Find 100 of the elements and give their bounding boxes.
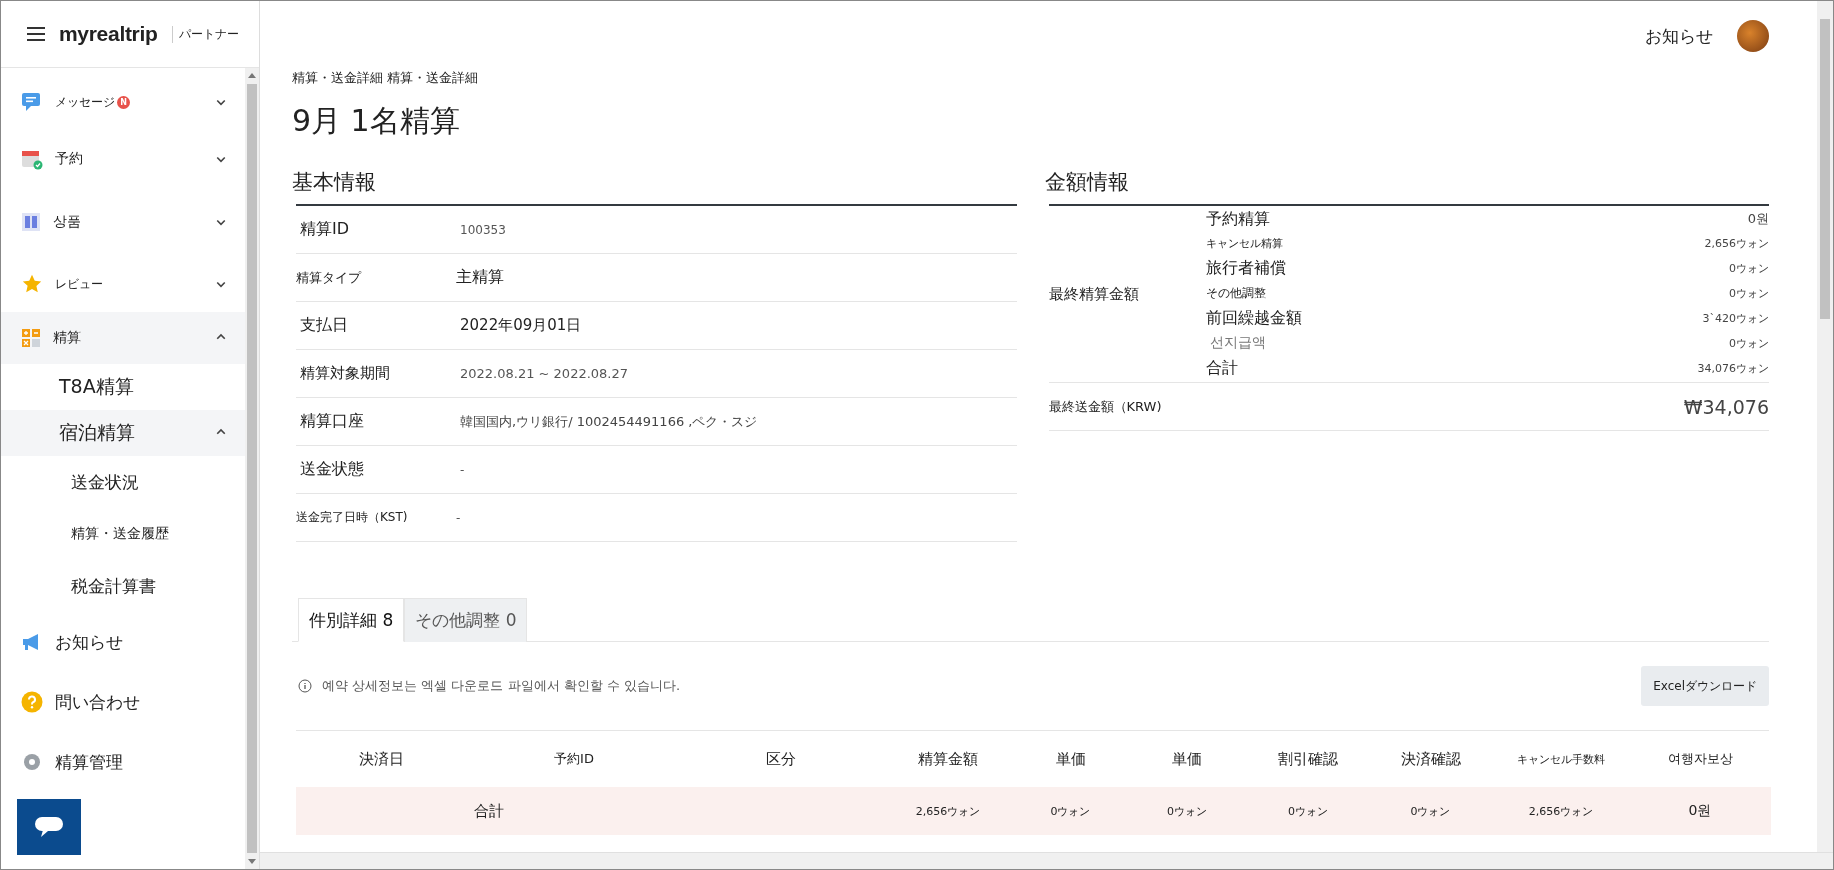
sidebar-item[interactable]: 精算 (1, 312, 245, 364)
column-header: 精算金額 (917, 748, 979, 770)
sidebar-label: 送金状況 (71, 470, 139, 494)
field-value: - (456, 510, 461, 525)
star-icon (21, 273, 43, 295)
amount-label: キャンセル精算 (1204, 235, 1283, 251)
breadcrumb: 精算・送金詳細 精算・送金詳細 (292, 69, 480, 87)
sidebar-label: お知らせ (55, 630, 123, 654)
sidebar-item[interactable]: お知らせ (1, 612, 245, 672)
calendar-icon (21, 148, 43, 170)
amount-value: 0원 (1747, 210, 1769, 228)
gear-icon (21, 751, 43, 773)
sidebar-label: 精算 (53, 329, 81, 347)
field-label: 最終送金額（KRW) (1048, 397, 1162, 416)
page-title: 9月 1名精算 (292, 102, 461, 140)
field-value: 主精算 (456, 267, 504, 288)
column-header: 여행자보상 (1666, 750, 1734, 768)
amount-label: 合計 (1204, 357, 1238, 379)
column-header: 区分 (765, 748, 797, 770)
field-label: 精算ID (299, 219, 351, 240)
info-icon (298, 679, 312, 693)
tab[interactable]: 件別詳細 8 (298, 598, 405, 642)
amount-value: 34,076ウォン (1697, 360, 1769, 376)
sidebar-label: 予約 (55, 150, 83, 168)
partner-label: パートナー (171, 25, 239, 43)
amount-value: 2,656ウォン (1704, 235, 1769, 251)
field-value: 2022.08.21 ~ 2022.08.27 (460, 366, 629, 381)
amount-label: その他調整 (1204, 284, 1266, 302)
avatar[interactable] (1737, 20, 1769, 52)
table-cell: 合計 (296, 787, 681, 835)
sidebar-label: 상품 (53, 213, 81, 231)
sidebar-label: メッセージ (55, 93, 115, 111)
sidebar-label: レビュー (55, 275, 103, 293)
field-value: 韓国国内,ウリ銀行/ 1002454491166 ,ペク・スジ (460, 412, 758, 431)
column-header: 単価 (1054, 748, 1087, 770)
amount-label: 旅行者補償 (1204, 257, 1286, 279)
table-cell: 0ウォン (1368, 787, 1493, 835)
layout-icon (21, 212, 41, 232)
menu-icon[interactable] (27, 27, 45, 41)
sidebar-item[interactable]: 送金状況 (1, 456, 245, 508)
column-header: 予約ID (553, 750, 595, 768)
sidebar-label: T8A精算 (59, 374, 134, 399)
field-label: 支払日 (299, 315, 349, 336)
sidebar-label: 税金計算書 (71, 574, 156, 598)
field-value: 100353 (460, 222, 506, 237)
section-heading: 金額情報 (1044, 169, 1130, 196)
brand-logo: myrealtrip (59, 22, 158, 46)
sidebar-item[interactable]: T8A精算 (1, 364, 245, 410)
sidebar-label: 精算・送金履歴 (71, 525, 169, 543)
sidebar-item[interactable]: 問い合わせ (1, 672, 245, 732)
amount-label: 前回繰越金額 (1204, 307, 1302, 329)
table-cell: 0ウォン (1015, 787, 1126, 835)
chat-icon (21, 92, 43, 112)
sidebar-item[interactable]: 宿泊精算 (1, 410, 245, 456)
calculator-icon (21, 328, 41, 348)
sidebar-item[interactable]: 税金計算書 (1, 560, 245, 612)
field-label: 精算タイプ (296, 268, 363, 287)
table-cell: 0ウォン (1248, 787, 1368, 835)
table-cell: 2,656ウォン (1493, 787, 1629, 835)
field-label: 精算口座 (299, 411, 365, 432)
table-cell: 2,656ウォン (881, 787, 1015, 835)
excel-download-button[interactable]: Excelダウンロード (1641, 666, 1769, 706)
sidebar-label: 問い合わせ (55, 690, 140, 714)
chat-icon (34, 815, 64, 839)
sidebar-label: 宿泊精算 (59, 420, 135, 445)
field-label: 精算対象期間 (299, 364, 391, 383)
field-label: 最終精算金額 (1048, 284, 1140, 304)
chat-button[interactable] (17, 799, 81, 855)
sidebar-item[interactable]: 상품 (1, 188, 245, 256)
amount-label: 선지급액 (1208, 334, 1266, 352)
amount-value: 3`420ウォン (1702, 310, 1769, 326)
sidebar-item[interactable]: 精算・送金履歴 (1, 508, 245, 560)
sidebar-item[interactable]: メッセージ N (1, 74, 245, 130)
tab[interactable]: その他調整 0 (404, 598, 528, 642)
notice-link[interactable]: お知らせ (1645, 24, 1713, 48)
amount-value: 0ウォン (1729, 285, 1769, 301)
column-header: 単価 (1171, 748, 1203, 770)
field-label: 送金完了日時（KST) (296, 509, 409, 526)
sidebar-item[interactable]: 精算管理 (1, 732, 245, 792)
amount-value: 0ウォン (1729, 260, 1769, 276)
column-header: キャンセル手数料 (1516, 751, 1606, 768)
amount-value: 0ウォン (1729, 335, 1769, 351)
table-cell: 0ウォン (1126, 787, 1248, 835)
info-text: 예약 상세정보는 엑셀 다운로드 파일에서 확인할 수 있습니다. (322, 677, 681, 695)
amount-label: 予約精算 (1204, 208, 1270, 230)
new-badge: N (117, 95, 130, 109)
scrollbar[interactable] (245, 68, 259, 869)
total-amount: ₩34,076 (1683, 395, 1769, 418)
sidebar-item[interactable]: 予約 (1, 130, 245, 188)
field-label: 送金状態 (299, 459, 365, 480)
table-cell: 0원 (1629, 787, 1771, 835)
scrollbar[interactable] (260, 852, 1833, 869)
sidebar-label: 精算管理 (55, 750, 123, 774)
column-header: 割引確認 (1277, 748, 1339, 770)
column-header: 決済日 (358, 748, 405, 770)
field-value: - (460, 462, 465, 477)
scrollbar[interactable] (1817, 1, 1833, 852)
section-heading: 基本情報 (292, 169, 377, 196)
column-header: 決済確認 (1399, 748, 1462, 770)
sidebar-item[interactable]: レビュー (1, 256, 245, 312)
